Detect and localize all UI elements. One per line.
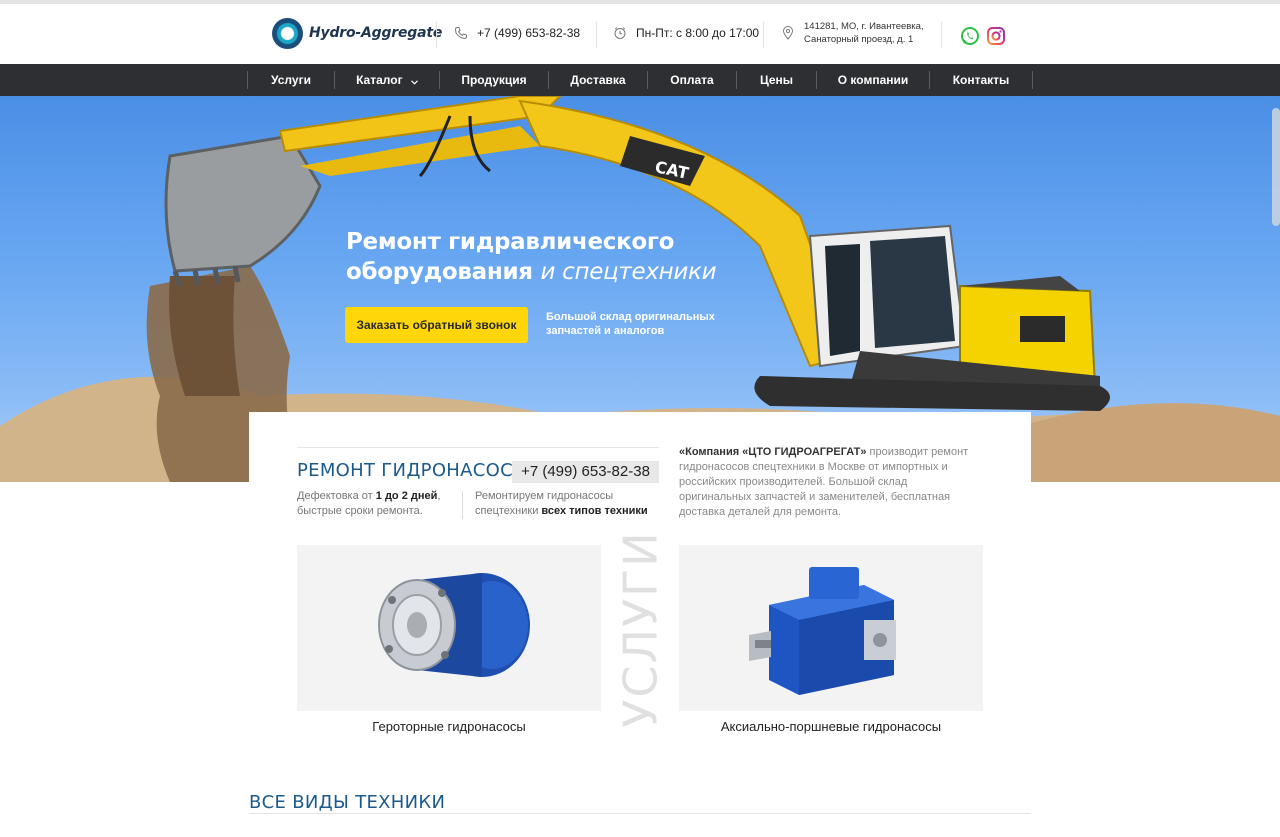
service-card-image-axial[interactable] — [679, 545, 983, 711]
header-divider — [436, 22, 437, 48]
service-card-label-axial[interactable]: Аксиально-поршневые гидронасосы — [679, 719, 983, 734]
repair-phone[interactable]: +7 (499) 653-82-38 — [512, 461, 659, 483]
repair-right-text-2: спецтехники — [475, 505, 539, 517]
hero-note: Большой склад оригинальных запчастей и а… — [546, 311, 715, 337]
services-vertical-word: УСЛУГИ — [614, 530, 668, 728]
logo[interactable]: Hydro-Aggregate — [272, 17, 442, 49]
header-divider — [763, 22, 764, 48]
callback-button[interactable]: Заказать обратный звонок — [345, 307, 528, 343]
service-card-label-gerotor[interactable]: Героторные гидронасосы — [297, 719, 601, 734]
repair-divider — [462, 491, 463, 519]
repair-left-text-3: быстрые сроки ремонта. — [297, 505, 423, 517]
section-divider — [249, 813, 1031, 814]
section-title-all-machinery: ВСЕ ВИДЫ ТЕХНИКИ — [249, 792, 446, 813]
hero-title: Ремонт гидравлического оборудования и сп… — [346, 227, 717, 287]
repair-left-text-1: Дефектовка от — [297, 490, 373, 502]
clock-icon — [612, 25, 628, 41]
nav-item-catalog-label: Каталог — [356, 73, 403, 87]
company-description: «Компания «ЦТО ГИДРОАГРЕГАТ» производит … — [679, 445, 979, 520]
nav-item-about[interactable]: О компании — [817, 64, 929, 96]
nav-item-catalog[interactable]: Каталог — [335, 64, 439, 96]
chevron-down-icon — [410, 65, 418, 97]
header-phone-text: +7 (499) 653-82-38 — [477, 26, 581, 40]
repair-right-text-1: Ремонтируем гидронасосы — [475, 490, 614, 502]
phone-icon — [453, 25, 469, 41]
instagram-icon[interactable] — [986, 26, 1006, 46]
header-phone[interactable]: +7 (499) 653-82-38 — [453, 25, 580, 41]
section-title-repair: РЕМОНТ ГИДРОНАСОСОВ — [297, 460, 541, 481]
address-line-1: 141281, МО, г. Ивантеевка, — [804, 21, 924, 32]
nav-item-delivery[interactable]: Доставка — [549, 64, 647, 96]
nav-item-prices[interactable]: Цены — [737, 64, 816, 96]
repair-left-text-2: , — [437, 490, 441, 502]
site-header: Hydro-Aggregate +7 (499) 653-82-38 Пн-Пт… — [0, 4, 1280, 64]
hero-title-line-2-italic: и спецтехники — [540, 259, 717, 285]
hero-title-line-2-bold: оборудования — [346, 259, 533, 285]
nav-item-services[interactable]: Услуги — [248, 64, 334, 96]
axial-piston-pump-icon — [749, 567, 896, 695]
nav-item-contacts[interactable]: Контакты — [930, 64, 1032, 96]
service-card-image-gerotor[interactable] — [297, 545, 601, 711]
main-nav: Услуги Каталог Продукция Доставка Оплата… — [0, 64, 1280, 96]
gerotor-pump-icon — [378, 573, 530, 677]
header-divider — [596, 22, 597, 48]
nav-item-products[interactable]: Продукция — [440, 64, 548, 96]
logo-text: Hydro-Aggregate — [309, 25, 443, 41]
header-hours: Пн-Пт: с 8:00 до 17:00 — [612, 25, 759, 41]
services-vertical-heading: УСЛУГИ — [614, 530, 668, 727]
whatsapp-icon[interactable] — [960, 26, 980, 46]
address-line-2: Санаторный проезд, д. 1 — [804, 34, 914, 45]
header-hours-text: Пн-Пт: с 8:00 до 17:00 — [636, 26, 760, 40]
section-divider — [297, 447, 659, 448]
company-name: «Компания «ЦТО ГИДРОАГРЕГАТ» — [679, 446, 867, 458]
nav-item-payment[interactable]: Оплата — [648, 64, 736, 96]
scrollbar-thumb[interactable] — [1272, 108, 1280, 226]
logo-mark-icon — [272, 17, 303, 49]
repair-left-text: Дефектовка от 1 до 2 дней, быстрые сроки… — [297, 489, 457, 519]
hero-title-line-1: Ремонт гидравлического — [346, 229, 675, 255]
repair-right-text: Ремонтируем гидронасосы спецтехники всех… — [475, 489, 675, 519]
repair-right-text-bold: всех типов техники — [541, 505, 648, 517]
header-divider — [941, 22, 942, 48]
nav-separator — [1032, 71, 1033, 89]
repair-left-text-bold: 1 до 2 дней — [375, 490, 438, 502]
header-address: 141281, МО, г. Ивантеевка, Санаторный пр… — [780, 20, 924, 46]
location-pin-icon — [780, 25, 796, 41]
